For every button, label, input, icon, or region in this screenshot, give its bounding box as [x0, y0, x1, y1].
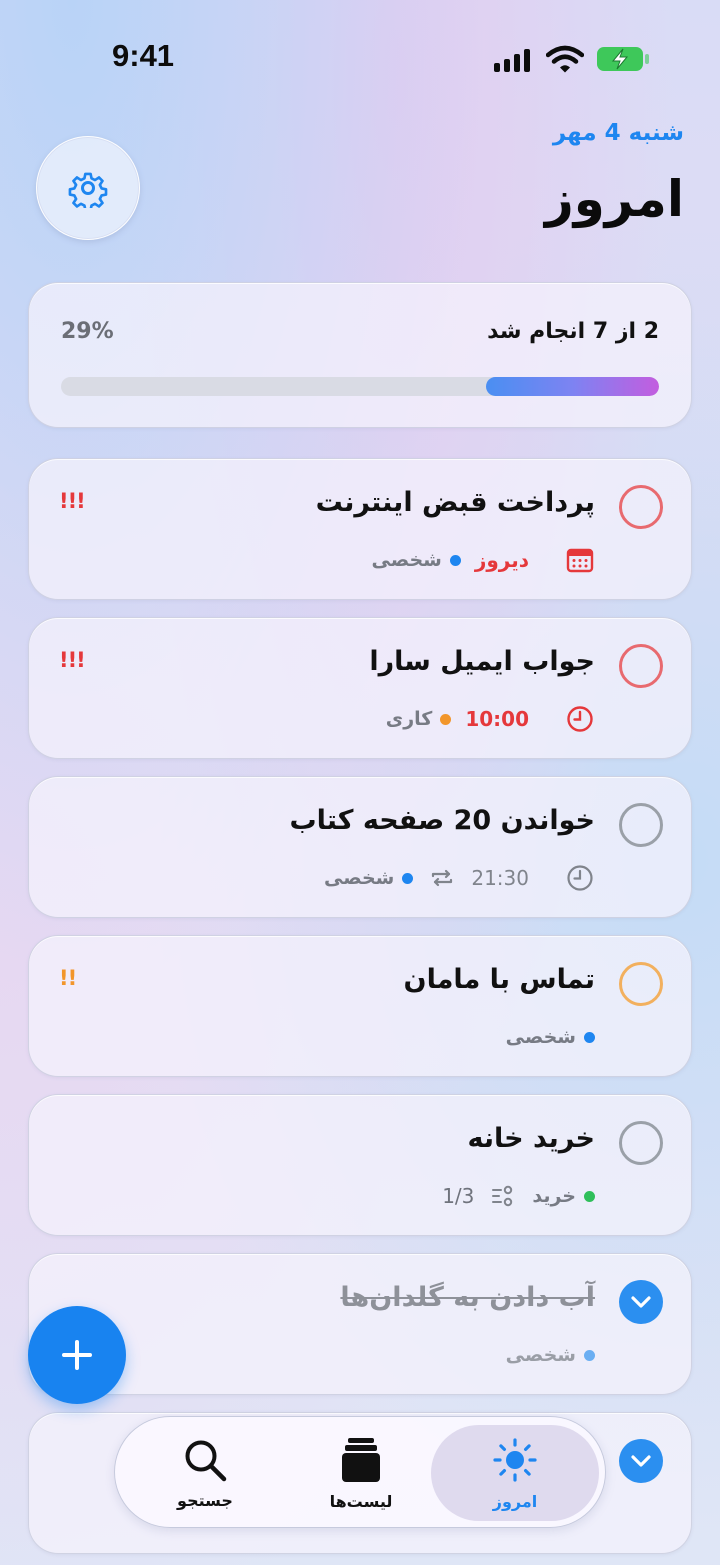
- page-title: امروز: [544, 170, 684, 228]
- subtasks-icon: [488, 1181, 518, 1211]
- tab-today[interactable]: امروز: [445, 1417, 585, 1529]
- task-list-name: شخصی: [371, 549, 442, 571]
- task-complete-toggle[interactable]: [619, 1439, 663, 1483]
- task-list: کاری: [386, 708, 452, 730]
- task-complete-toggle[interactable]: [619, 1280, 663, 1324]
- task-card[interactable]: آب دادن به گلدان‌ها شخصی: [28, 1253, 692, 1395]
- task-meta: 10:00 کاری: [386, 704, 595, 734]
- task-title: جواب ایمیل سارا: [369, 646, 595, 677]
- task-card[interactable]: جواب ایمیل سارا 10:00 کاری !!!: [28, 617, 692, 759]
- current-date: شنبه 4 مهر: [552, 120, 684, 146]
- task-title: تماس با مامان: [403, 964, 595, 995]
- priority-indicator: !!!: [59, 648, 86, 672]
- list-color-dot: [440, 713, 452, 725]
- task-list-name: خرید: [532, 1185, 576, 1207]
- priority-indicator: !!!: [59, 489, 86, 513]
- priority-indicator: !!: [59, 966, 77, 990]
- cellular-signal-icon: [494, 48, 534, 72]
- gear-icon: [68, 172, 108, 208]
- task-date: دیروز: [474, 548, 529, 572]
- chevron-down-icon: [631, 1296, 651, 1308]
- add-task-button[interactable]: [28, 1306, 126, 1404]
- plus-icon: [62, 1340, 92, 1370]
- task-title: خواندن 20 صفحه کتاب: [289, 805, 595, 836]
- task-title: آب دادن به گلدان‌ها: [340, 1282, 595, 1313]
- task-meta: دیروز شخصی: [372, 545, 596, 575]
- list-color-dot: [402, 872, 414, 884]
- progress-bar: [61, 377, 659, 396]
- task-list-name: شخصی: [505, 1344, 576, 1366]
- task-title: خرید خانه: [467, 1123, 596, 1154]
- search-icon: [185, 1440, 227, 1481]
- list-color-dot: [584, 1031, 595, 1043]
- tab-label: لیست‌ها: [329, 1491, 393, 1511]
- task-card[interactable]: تماس با مامان شخصی !!: [28, 935, 692, 1077]
- task-list: شخصی: [372, 549, 461, 571]
- task-meta: شخصی: [506, 1022, 595, 1052]
- tab-label: امروز: [492, 1491, 538, 1511]
- task-list-name: شخصی: [324, 867, 395, 889]
- progress-summary: 2 از 7 انجام شد: [487, 319, 659, 344]
- task-meta: خرید 1/3: [442, 1181, 595, 1211]
- progress-percent: 29%: [61, 319, 114, 344]
- stack-icon: [342, 1437, 380, 1482]
- list-color-dot: [449, 554, 461, 566]
- tab-bar: امروز لیست‌ها جستجو: [114, 1416, 606, 1528]
- task-list: شخصی: [506, 1026, 595, 1048]
- clock-icon: [565, 704, 595, 734]
- task-time: 10:00: [465, 707, 529, 731]
- repeat-icon: [427, 863, 457, 893]
- tab-search[interactable]: جستجو: [135, 1417, 275, 1529]
- settings-button[interactable]: [36, 136, 140, 240]
- list-color-dot: [584, 1349, 595, 1361]
- tab-lists[interactable]: لیست‌ها: [291, 1417, 431, 1529]
- wifi-icon: [546, 45, 584, 73]
- task-time: 21:30: [471, 866, 529, 890]
- battery-charging-icon: [597, 47, 649, 71]
- task-complete-toggle[interactable]: [619, 803, 663, 847]
- task-list: شخصی: [324, 867, 414, 889]
- tab-label: جستجو: [177, 1490, 233, 1510]
- task-meta: شخصی: [506, 1340, 595, 1370]
- task-list-name: کاری: [385, 708, 433, 730]
- task-title: پرداخت قبض اینترنت: [315, 487, 595, 518]
- task-meta: 21:30 شخصی: [324, 863, 595, 893]
- sun-icon: [493, 1437, 537, 1482]
- task-complete-toggle[interactable]: [619, 1121, 663, 1165]
- task-list: خرید: [532, 1185, 595, 1207]
- task-complete-toggle[interactable]: [619, 962, 663, 1006]
- clock-icon: [565, 863, 595, 893]
- calendar-icon: [565, 545, 595, 575]
- task-complete-toggle[interactable]: [619, 644, 663, 688]
- list-color-dot: [584, 1190, 595, 1202]
- task-list: شخصی: [506, 1344, 595, 1366]
- progress-card: 2 از 7 انجام شد 29%: [28, 282, 692, 428]
- status-time: 9:41: [112, 38, 175, 73]
- task-card[interactable]: پرداخت قبض اینترنت دیروز شخصی !!!: [28, 458, 692, 600]
- progress-bar-fill: [485, 377, 659, 396]
- subtasks-count: 1/3: [442, 1184, 475, 1208]
- chevron-down-icon: [631, 1455, 651, 1467]
- task-card[interactable]: خرید خانه خرید 1/3: [28, 1094, 692, 1236]
- task-complete-toggle[interactable]: [619, 485, 663, 529]
- task-card[interactable]: خواندن 20 صفحه کتاب 21:30 شخصی: [28, 776, 692, 918]
- task-list-name: شخصی: [505, 1026, 576, 1048]
